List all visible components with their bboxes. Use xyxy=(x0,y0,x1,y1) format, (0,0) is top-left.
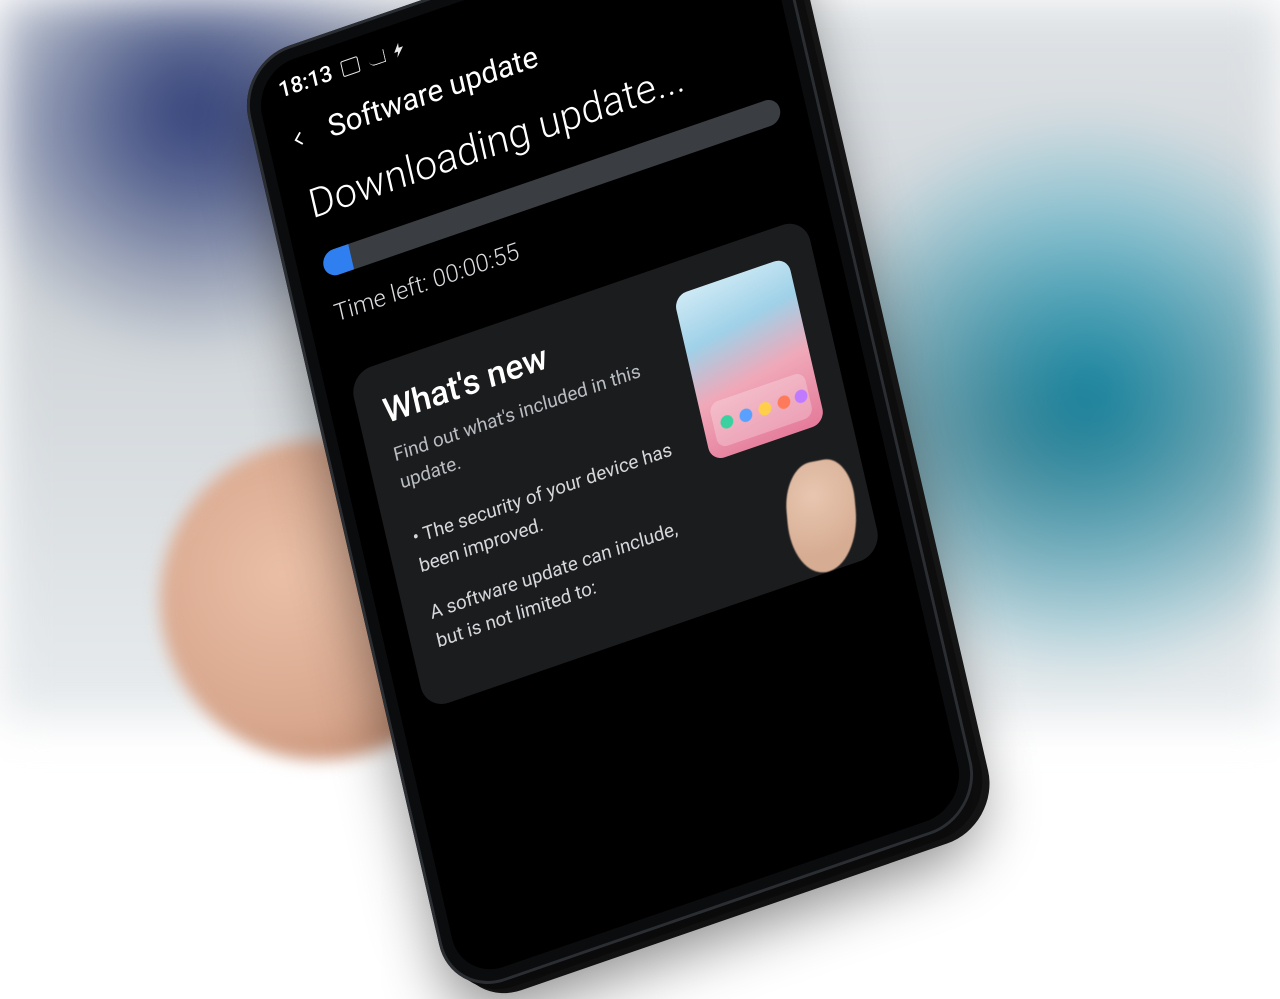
progress-fill xyxy=(321,244,354,279)
screenshot-icon xyxy=(340,56,361,77)
chevron-left-icon xyxy=(289,127,310,150)
back-button[interactable] xyxy=(284,121,315,155)
status-time: 18:13 xyxy=(276,61,335,104)
bolt-icon xyxy=(392,42,405,59)
cast-icon xyxy=(367,49,386,67)
bottom-fade xyxy=(435,690,968,981)
